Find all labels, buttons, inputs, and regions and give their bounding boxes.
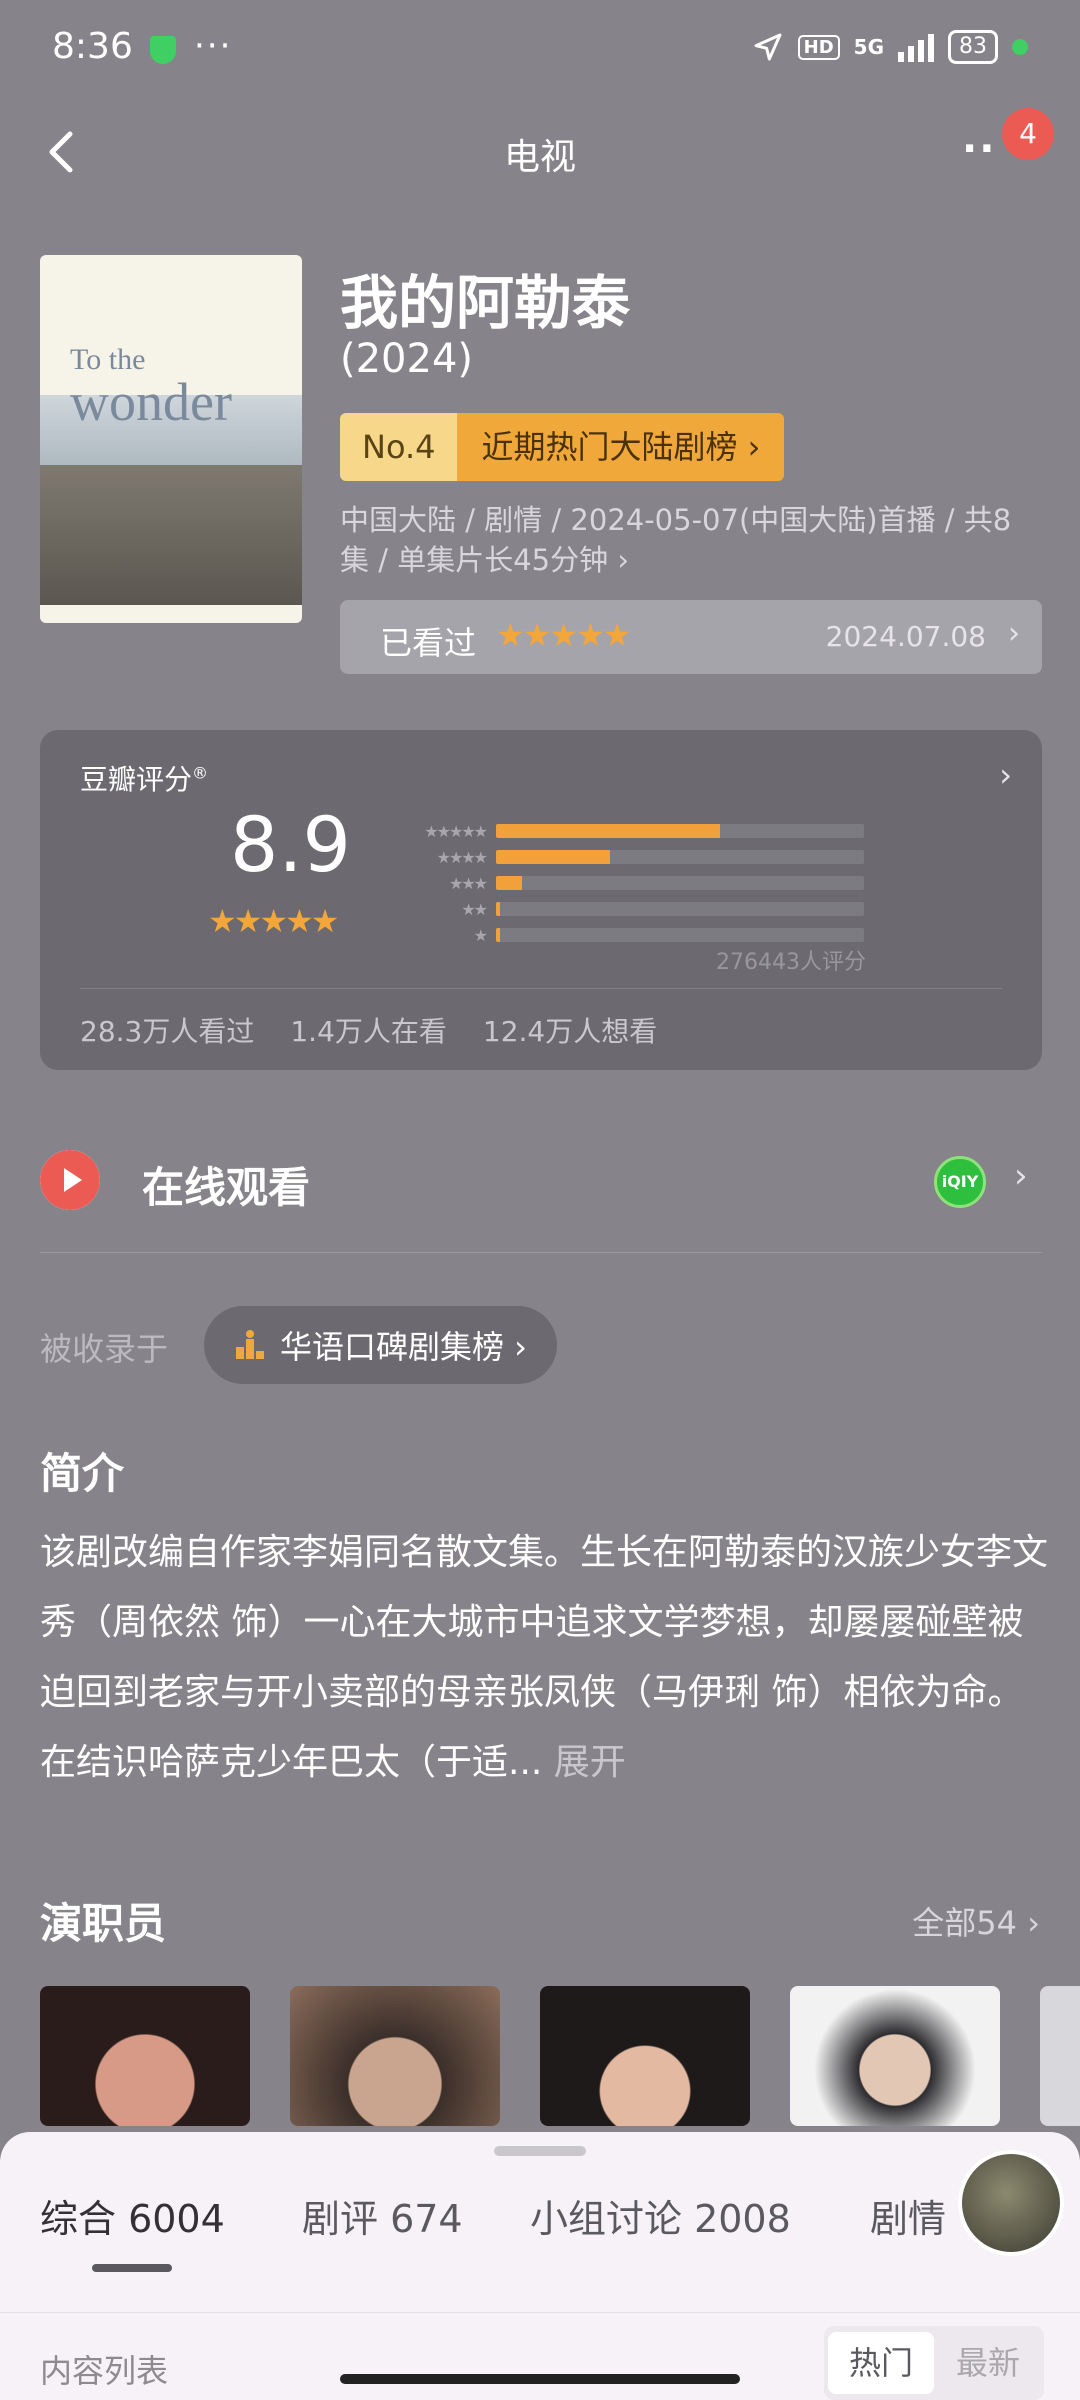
- stat-watching: 1.4万人在看: [290, 1015, 447, 1048]
- sort-new-button[interactable]: 最新: [936, 2332, 1040, 2394]
- discussion-sheet[interactable]: 综合 6004 剧评 674 小组讨论 2008 剧情 内容列表 热门 最新: [0, 2132, 1080, 2400]
- signal-icon: [898, 32, 934, 62]
- poster-image[interactable]: To the wonder: [40, 255, 302, 623]
- cast-photo[interactable]: [1040, 1986, 1080, 2126]
- watch-stats: 28.3万人看过 1.4万人在看 12.4万人想看: [80, 1010, 657, 1050]
- watched-label: 已看过: [380, 624, 477, 662]
- cast-all-link[interactable]: 全部54 ›: [912, 1898, 1040, 1944]
- rating-bar-fill: [496, 850, 611, 864]
- rating-row-2: ★★: [396, 896, 876, 922]
- poster-landscape: [40, 465, 302, 605]
- network-5g-label: 5G: [853, 35, 884, 59]
- rating-row-3: ★★★: [396, 870, 876, 896]
- rating-row-stars: ★★: [461, 899, 488, 919]
- rating-score: 8.9: [230, 800, 351, 889]
- status-time: 8:36: [52, 26, 133, 67]
- divider: [40, 1252, 1042, 1253]
- rating-stars: ★★★★★: [208, 902, 339, 940]
- more-icon[interactable]: ··: [962, 126, 996, 172]
- chevron-right-icon: ›: [999, 756, 1012, 794]
- show-meta[interactable]: 中国大陆 / 剧情 / 2024-05-07(中国大陆)首播 / 共8集 / 单…: [340, 500, 1040, 580]
- privacy-indicator-dot: [1012, 39, 1028, 55]
- active-tab-indicator: [92, 2264, 172, 2272]
- cast-photo[interactable]: [790, 1986, 1000, 2126]
- included-list-name: 华语口碑剧集榜 ›: [280, 1328, 527, 1366]
- online-watch-title[interactable]: 在线观看: [142, 1154, 310, 1215]
- cast-heading: 演职员: [40, 1899, 167, 1948]
- notification-badge: 4: [1002, 108, 1054, 160]
- rating-bar-fill: [496, 824, 721, 838]
- watched-status-bar[interactable]: 已看过 ★★★★★ 2024.07.08 ›: [340, 600, 1042, 674]
- rating-bar-fill: [496, 876, 522, 890]
- included-label: 被收录于: [40, 1330, 169, 1368]
- rank-list-name: 近期热门大陆剧榜 ›: [457, 413, 785, 481]
- show-title: 我的阿勒泰: [340, 269, 631, 337]
- rating-count: 276443人评分: [716, 950, 866, 975]
- rating-row-stars: ★★★: [448, 873, 488, 893]
- chevron-right-icon[interactable]: ›: [1014, 1156, 1028, 1196]
- rating-row-stars: ★★★★★: [424, 821, 488, 841]
- divider: [0, 2312, 1080, 2313]
- tab-group-discussion[interactable]: 小组讨论 2008: [530, 2188, 791, 2243]
- tab-overview[interactable]: 综合 6004: [40, 2188, 225, 2243]
- page-title: 电视: [503, 137, 576, 178]
- stat-want: 12.4万人想看: [482, 1015, 658, 1048]
- intro-text: 该剧改编自作家李娟同名散文集。生长在阿勒泰的汉族少女李文秀（周依然 饰）一心在大…: [40, 1518, 1050, 1798]
- tab-plot[interactable]: 剧情: [870, 2188, 946, 2243]
- shield-icon: [150, 36, 176, 64]
- included-list-chip[interactable]: 华语口碑剧集榜 ›: [204, 1306, 557, 1384]
- tab-reviews[interactable]: 剧评 674: [302, 2188, 463, 2243]
- rank-number: No.4: [340, 413, 458, 481]
- rank-chip[interactable]: No.4 近期热门大陆剧榜 ›: [340, 413, 785, 481]
- iqiyi-icon[interactable]: iQIY: [934, 1156, 986, 1208]
- content-list-label: 内容列表: [40, 2352, 169, 2390]
- play-icon[interactable]: [40, 1150, 100, 1210]
- status-indicators: HD 5G 83: [752, 30, 1028, 64]
- rating-row-4: ★★★★: [396, 844, 876, 870]
- sort-toggle[interactable]: 热门 最新: [824, 2326, 1044, 2400]
- intro-heading: 简介: [40, 1449, 125, 1498]
- podium-icon: [236, 1330, 264, 1359]
- expand-link[interactable]: 展开: [554, 1742, 626, 1783]
- show-year: (2024): [340, 336, 474, 382]
- cast-photo[interactable]: [40, 1986, 250, 2126]
- battery-icon: 83: [948, 30, 998, 64]
- status-more-dots: ···: [194, 26, 233, 66]
- douban-rating-card[interactable]: 豆瓣评分® › 8.9 ★★★★★ ★★★★★ ★★★★ ★★★ ★★ ★ 27…: [40, 730, 1042, 1070]
- rating-bar-fill: [496, 902, 500, 916]
- rating-row-stars: ★: [473, 925, 488, 945]
- sort-hot-button[interactable]: 热门: [828, 2332, 934, 2394]
- cast-photo[interactable]: [540, 1986, 750, 2126]
- divider: [80, 988, 1002, 989]
- intro-body: 该剧改编自作家李娟同名散文集。生长在阿勒泰的汉族少女李文秀（周依然 饰）一心在大…: [40, 1532, 1049, 1783]
- location-icon: [754, 33, 782, 61]
- sheet-handle[interactable]: [494, 2146, 586, 2156]
- chevron-right-icon: ›: [1008, 616, 1020, 651]
- rating-bar-fill: [496, 928, 500, 942]
- rating-row-5: ★★★★★: [396, 818, 876, 844]
- stat-watched: 28.3万人看过: [80, 1015, 255, 1048]
- my-rating-stars: ★★★★★: [496, 616, 631, 654]
- home-indicator[interactable]: [340, 2374, 740, 2384]
- floating-player-avatar[interactable]: [958, 2150, 1064, 2256]
- rating-label: 豆瓣评分®: [80, 763, 209, 796]
- rating-distribution: ★★★★★ ★★★★ ★★★ ★★ ★: [396, 818, 876, 948]
- rating-row-stars: ★★★★: [436, 847, 488, 867]
- cast-photo[interactable]: [290, 1986, 500, 2126]
- poster-title: To the wonder: [70, 343, 232, 432]
- hd-icon: HD: [797, 34, 840, 60]
- watched-date: 2024.07.08: [825, 620, 986, 653]
